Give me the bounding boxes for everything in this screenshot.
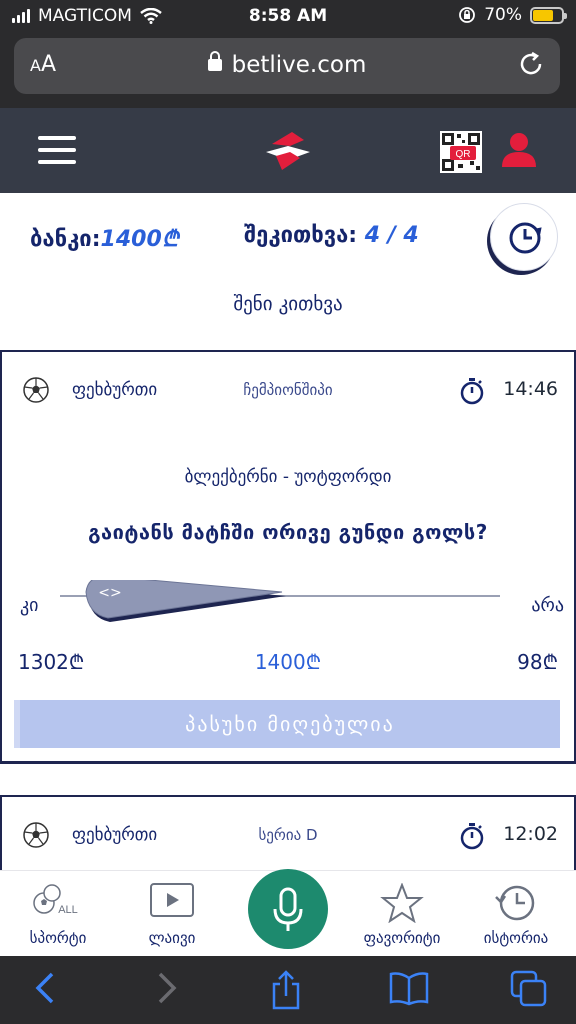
- question-count-value: 4 / 4: [364, 223, 419, 248]
- kickoff-time: 14:46: [503, 378, 558, 400]
- site-header: QR: [0, 108, 576, 193]
- history-icon: [495, 885, 535, 921]
- voice-search-button[interactable]: [248, 869, 328, 949]
- question-card: ფეხბურთი ჩემპიონშიპი 14:46 ბლექბერნი - უ…: [0, 350, 576, 764]
- status-bar: MAGTICOM 8:58 AM 70%: [0, 0, 576, 34]
- browser-toolbar: [0, 956, 576, 1024]
- menu-button[interactable]: [38, 136, 76, 164]
- kickoff-time: 12:02: [503, 823, 558, 845]
- nav-live[interactable]: ლაივი: [122, 871, 222, 957]
- no-label: არა: [531, 595, 564, 616]
- nav-sports[interactable]: ALL სპორტი: [8, 871, 108, 957]
- forward-icon[interactable]: [156, 970, 178, 1006]
- nav-live-label: ლაივი: [148, 929, 196, 947]
- url-text: betlive.com: [231, 52, 367, 78]
- battery-percent: 70%: [484, 5, 522, 25]
- sports-balls-icon: ALL: [33, 884, 78, 916]
- no-amount: 98₾: [517, 650, 558, 674]
- total-amount: 1400₾: [254, 650, 322, 674]
- reload-icon[interactable]: [518, 51, 546, 79]
- nav-favorites-label: ფავორიტი: [363, 929, 441, 947]
- battery-icon: [530, 6, 567, 24]
- stopwatch-icon: [460, 378, 484, 405]
- stopwatch-icon: [460, 823, 484, 850]
- nav-favorites[interactable]: ფავორიტი: [352, 871, 452, 957]
- game-info-bar: ბანკი:1400₾ შეკითხვა: 4 / 4 შენი კითხვა: [0, 193, 576, 351]
- url-field[interactable]: betlive.com: [14, 51, 560, 78]
- nav-history-label: ისტორია: [483, 929, 549, 947]
- browser-bar: AA betlive.com: [0, 34, 576, 108]
- clock-icon: [509, 222, 542, 254]
- bank-value: 1400₾: [100, 227, 179, 252]
- back-icon[interactable]: [34, 970, 56, 1006]
- share-icon[interactable]: [270, 970, 302, 1010]
- yes-label: კი: [20, 595, 39, 616]
- championship-label: ჩემპიონშიპი: [243, 381, 333, 399]
- svg-text:ALL: ALL: [58, 904, 78, 916]
- bank-display: ბანკი:1400₾: [30, 227, 179, 252]
- history-clock-button[interactable]: [490, 203, 558, 271]
- question-card: ფეხბურთი სერია D 12:02: [0, 795, 576, 875]
- address-bar[interactable]: AA betlive.com: [14, 38, 560, 94]
- yes-no-slider[interactable]: <>: [60, 580, 502, 640]
- your-question-link[interactable]: შენი კითხვა: [0, 293, 576, 315]
- play-icon: [150, 883, 194, 917]
- qr-code-icon: QR: [440, 131, 482, 173]
- nav-sports-label: სპორტი: [29, 929, 87, 947]
- user-icon[interactable]: [500, 132, 538, 168]
- championship-label: სერია D: [258, 826, 318, 844]
- microphone-icon: [273, 887, 303, 931]
- question-counter: შეკითხვა: 4 / 4: [244, 223, 419, 248]
- question-text: გაიტანს მატჩში ორივე გუნდი გოლს?: [88, 520, 488, 544]
- svg-text:QR: QR: [456, 149, 471, 160]
- orientation-lock-icon: [459, 7, 476, 23]
- match-teams: ბლექბერნი - უოტფორდი: [184, 467, 392, 487]
- bookmarks-icon[interactable]: [388, 970, 430, 1006]
- qr-code-button[interactable]: QR: [440, 131, 482, 173]
- lock-icon: [207, 51, 222, 71]
- star-icon: [380, 883, 424, 923]
- bottom-navigation: ALL სპორტი ლაივი ფავორიტი ისტორია: [0, 869, 576, 957]
- betlive-logo[interactable]: [262, 126, 314, 178]
- slider-handle-arrows-icon: <>: [98, 585, 121, 601]
- answer-received-button[interactable]: პასუხი მიღებულია: [14, 700, 560, 748]
- tabs-icon[interactable]: [510, 970, 548, 1008]
- nav-history[interactable]: ისტორია: [466, 871, 566, 957]
